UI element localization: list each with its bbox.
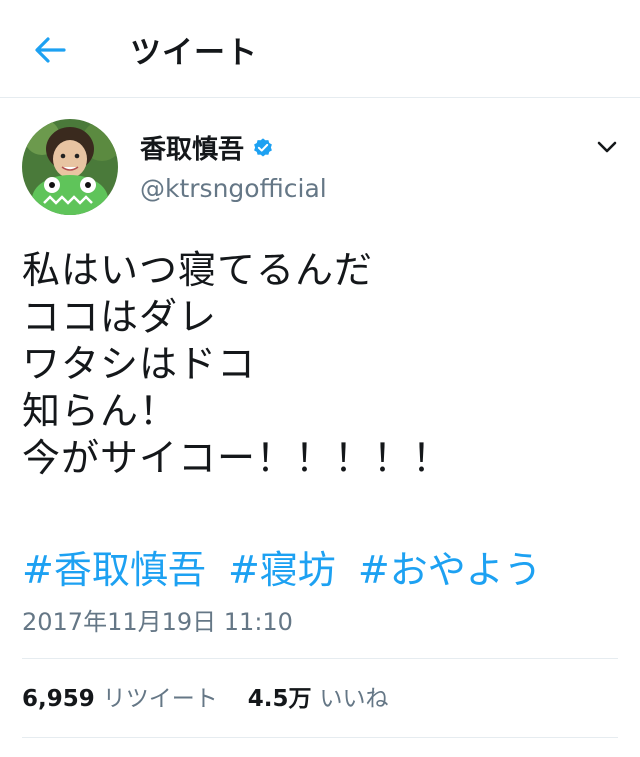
retweets-stat[interactable]: 6,959 リツイート — [22, 679, 218, 713]
tweet-stats: 6,959 リツイート 4.5万 いいね — [22, 679, 419, 713]
avatar-photo — [22, 119, 118, 215]
user-handle[interactable]: @ktrsngofficial — [140, 174, 327, 203]
hashtag-row: #香取慎吾 #寝坊 #おやよう — [22, 539, 622, 594]
retweets-label: リツイート — [102, 686, 218, 712]
likes-count: 4.5万 — [247, 686, 312, 712]
tweet-text-line: 今がサイコー！！！！！ — [22, 436, 452, 480]
tweet-menu-button[interactable] — [592, 135, 622, 159]
page-title: ツイート — [130, 35, 258, 71]
likes-stat[interactable]: 4.5万 いいね — [248, 679, 389, 713]
hashtag-link[interactable]: #寝坊 — [228, 548, 336, 592]
tweet-text: 私はいつ寝てるんだ ココはダレ ワタシはドコ 知らん！ 今がサイコー！！！！！ — [22, 247, 622, 482]
tweet-detail: 香取慎吾 @ktrsngofficial 私はいつ寝てるんだ ココはダレ ワタシ… — [0, 99, 640, 757]
tweet-text-line: 知らん！ — [22, 389, 179, 433]
user-display-name: 香取慎吾 — [140, 135, 245, 165]
top-bar: ツイート — [0, 0, 640, 98]
hashtag-link[interactable]: #おやよう — [358, 548, 542, 592]
tweet-text-line: ココはダレ — [22, 295, 218, 339]
likes-label: いいね — [319, 686, 389, 712]
chevron-down-icon — [597, 141, 617, 153]
tweet-text-line: ワタシはドコ — [22, 342, 257, 386]
divider — [22, 658, 618, 659]
hashtag-link[interactable]: #香取慎吾 — [22, 548, 206, 592]
tweet-text-line: 私はいつ寝てるんだ — [22, 248, 374, 292]
arrow-left-icon — [35, 37, 66, 63]
retweets-count: 6,959 — [22, 686, 95, 712]
user-name[interactable]: 香取慎吾 — [140, 129, 274, 166]
avatar[interactable] — [22, 119, 118, 215]
verified-badge-icon — [254, 137, 272, 157]
back-button[interactable] — [30, 32, 70, 68]
divider — [22, 737, 618, 738]
tweet-timestamp[interactable]: 2017年11月19日 11:10 — [22, 602, 293, 637]
